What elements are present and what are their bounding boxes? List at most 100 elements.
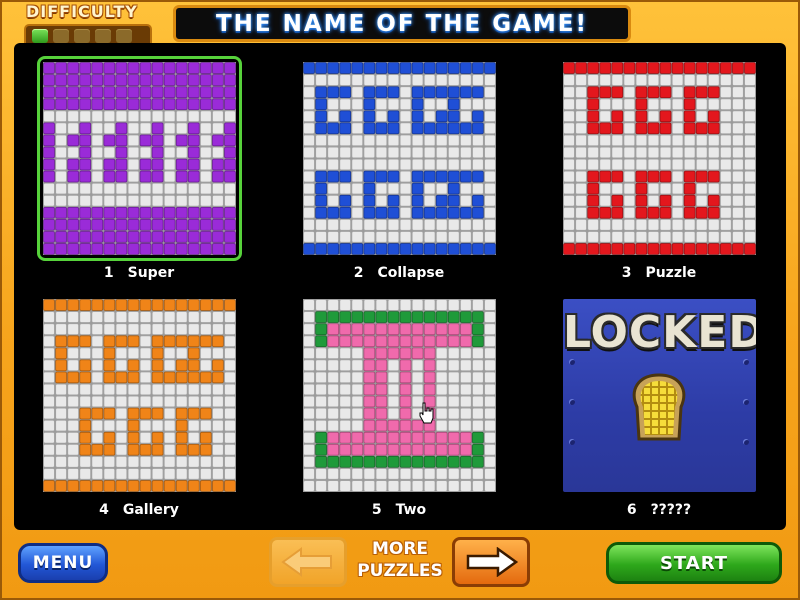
mosaic-tile — [339, 231, 352, 243]
mosaic-tile — [151, 182, 164, 195]
mosaic-tile — [423, 182, 436, 195]
mosaic-tile — [411, 443, 424, 456]
mosaic-tile — [115, 480, 128, 492]
mosaic-tile — [647, 231, 660, 243]
puzzle-caption[interactable]: 4 Gallery — [29, 502, 249, 518]
mosaic-tile — [91, 395, 104, 408]
difficulty-pip — [32, 29, 48, 43]
mosaic-tile — [587, 110, 599, 123]
mosaic-tile — [659, 134, 672, 147]
mosaic-tile — [43, 206, 55, 219]
puzzle-caption[interactable]: 6????? — [549, 502, 769, 518]
mosaic-tile — [744, 86, 756, 98]
title-banner: THE NAME OF THE GAME! — [173, 5, 631, 42]
mosaic-tile — [423, 243, 436, 255]
mosaic-tile — [327, 231, 339, 243]
mosaic-tile — [67, 122, 79, 135]
previous-puzzles-button[interactable] — [269, 537, 347, 587]
mosaic-tile — [43, 62, 55, 74]
mosaic-tile — [79, 443, 92, 456]
mosaic-tile — [127, 431, 140, 444]
mosaic-tile — [163, 299, 176, 311]
mosaic-tile — [671, 158, 684, 171]
mosaic-tile — [187, 395, 200, 408]
mosaic-tile — [623, 62, 636, 74]
mosaic-tile — [435, 419, 448, 432]
mosaic-tile — [200, 98, 212, 111]
mosaic-tile — [732, 134, 744, 147]
mosaic-tile — [115, 243, 128, 255]
mosaic-tile — [472, 335, 484, 348]
mosaic-tile — [103, 323, 116, 335]
mosaic-tile — [460, 219, 472, 231]
mosaic-tile — [200, 74, 212, 86]
mosaic-tile — [411, 456, 424, 468]
puzzle-caption[interactable]: 2 Collapse — [289, 265, 509, 281]
puzzle-thumbnail-collapse[interactable] — [303, 62, 496, 255]
mosaic-tile — [411, 62, 424, 74]
mosaic-tile — [200, 431, 212, 444]
puzzle-caption[interactable]: 5 Two — [289, 502, 509, 518]
mosaic-tile — [351, 311, 364, 323]
mosaic-tile — [423, 170, 436, 183]
next-puzzles-button[interactable] — [452, 537, 530, 587]
mosaic-tile — [315, 74, 327, 86]
puzzle-thumbnail-two[interactable] — [303, 299, 496, 492]
mosaic-tile — [327, 122, 339, 135]
mosaic-tile — [447, 431, 460, 444]
mosaic-tile — [484, 158, 496, 171]
menu-button[interactable]: MENU — [18, 543, 108, 583]
mosaic-tile — [200, 395, 212, 408]
mosaic-tile — [387, 299, 400, 311]
mosaic-tile — [635, 243, 648, 255]
mosaic-tile — [683, 86, 696, 98]
mosaic-tile — [720, 62, 732, 74]
mosaic-tile — [363, 395, 376, 408]
mosaic-tile — [163, 468, 176, 480]
puzzle-thumbnail-puzzle[interactable] — [563, 62, 756, 255]
mosaic-tile — [563, 243, 575, 255]
mosaic-tile — [399, 146, 412, 159]
mosaic-tile — [224, 311, 236, 323]
start-button[interactable]: START — [606, 542, 782, 584]
puzzle-thumbnail-super[interactable] — [37, 56, 242, 261]
mosaic-tile — [127, 122, 140, 135]
mosaic-tile — [103, 443, 116, 456]
mosaic-tile — [139, 243, 152, 255]
mosaic-tile — [187, 98, 200, 111]
mosaic-tile — [575, 158, 587, 171]
puzzle-caption[interactable]: 1 Super — [29, 265, 249, 281]
mosaic-tile — [339, 456, 352, 468]
mosaic-tile — [67, 419, 79, 432]
puzzle-thumbnail-locked[interactable]: LOCKED — [563, 299, 756, 492]
mosaic-tile — [91, 311, 104, 323]
mosaic-tile — [327, 243, 339, 255]
mosaic-tile — [303, 231, 315, 243]
puzzle-caption[interactable]: 3 Puzzle — [549, 265, 769, 281]
mosaic-tile — [472, 347, 484, 360]
mosaic-tile — [79, 243, 92, 255]
mosaic-tile — [460, 407, 472, 420]
puzzle-thumbnail-gallery[interactable] — [43, 299, 236, 492]
mosaic-tile — [127, 219, 140, 231]
mosaic-tile — [399, 98, 412, 111]
mosaic-tile — [212, 419, 224, 432]
mosaic-tile — [103, 110, 116, 123]
mosaic-tile — [659, 98, 672, 111]
mosaic-tile — [139, 170, 152, 183]
mosaic-tile — [387, 431, 400, 444]
mosaic-tile — [315, 62, 327, 74]
mosaic-tile — [224, 419, 236, 432]
mosaic-grid — [303, 299, 496, 492]
mosaic-tile — [411, 122, 424, 135]
mosaic-tile — [187, 299, 200, 311]
mosaic-tile — [423, 206, 436, 219]
mosaic-tile — [647, 243, 660, 255]
mosaic-tile — [200, 194, 212, 207]
mosaic-tile — [575, 86, 587, 98]
mosaic-tile — [447, 323, 460, 335]
mosaic-tile — [423, 431, 436, 444]
mosaic-tile — [175, 146, 188, 159]
mosaic-tile — [375, 299, 388, 311]
mosaic-tile — [151, 383, 164, 396]
